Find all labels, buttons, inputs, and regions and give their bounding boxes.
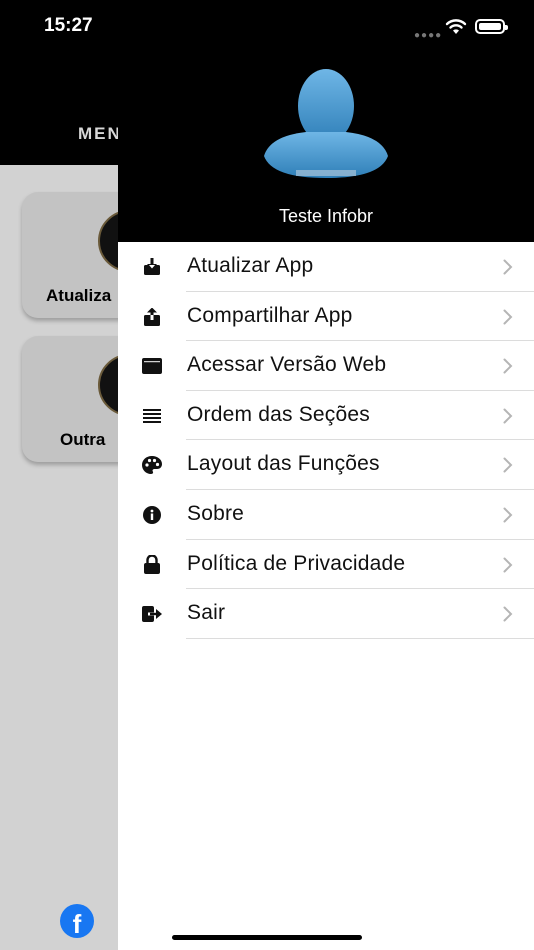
info-icon <box>142 505 162 525</box>
status-bar: 15:27 ●●●● <box>0 0 534 56</box>
menu-item-acessar-versao-web[interactable]: Acessar Versão Web <box>118 341 534 391</box>
menu-item-label: Layout das Funções <box>187 452 380 476</box>
menu-item-label: Compartilhar App <box>187 303 353 327</box>
sign-out-icon <box>142 604 162 624</box>
menu-item-label: Atualizar App <box>187 254 314 277</box>
card-label: Outra <box>60 430 106 449</box>
menu-item-label: Ordem das Seções <box>187 402 370 426</box>
status-time: 15:27 <box>44 15 93 36</box>
avatar[interactable] <box>260 66 392 182</box>
chevron-right-icon <box>503 557 513 573</box>
download-icon <box>142 257 162 277</box>
menu-item-layout-das-funcoes[interactable]: Layout das Funções <box>118 440 534 490</box>
menu-item-politica-de-privacidade[interactable]: Política de Privacidade <box>118 540 534 590</box>
divider <box>186 637 534 639</box>
menu-item-label: Acessar Versão Web <box>187 353 387 377</box>
drawer-menu: Atualizar App Compartilhar App Acessar V… <box>118 242 534 639</box>
list-icon <box>142 406 162 426</box>
card-label: Atualiza <box>46 286 112 305</box>
browser-window-icon <box>142 356 162 376</box>
share-icon <box>142 307 162 327</box>
menu-item-sair[interactable]: Sair <box>118 589 534 639</box>
user-name: Teste Infobr <box>278 206 374 226</box>
chevron-right-icon <box>503 408 513 424</box>
menu-item-label: Política de Privacidade <box>187 551 406 575</box>
wifi-icon <box>445 19 467 34</box>
menu-item-ordem-das-secoes[interactable]: Ordem das Seções <box>118 391 534 441</box>
app-header-title: MEN <box>78 124 122 143</box>
chevron-right-icon <box>503 358 513 374</box>
menu-item-label: Sobre <box>187 501 245 525</box>
battery-icon <box>475 19 508 34</box>
side-drawer: Teste Infobr Atualizar App Compartilhar … <box>118 0 534 950</box>
menu-item-label: Sair <box>187 601 226 625</box>
menu-item-sobre[interactable]: Sobre <box>118 490 534 540</box>
home-indicator[interactable] <box>172 935 362 940</box>
menu-item-atualizar-app[interactable]: Atualizar App <box>118 242 534 292</box>
chevron-right-icon <box>503 507 513 523</box>
lock-icon <box>142 555 162 575</box>
signal-icon: ●●●● <box>414 30 443 41</box>
chevron-right-icon <box>503 457 513 473</box>
chevron-right-icon <box>503 259 513 275</box>
chevron-right-icon <box>503 606 513 622</box>
palette-icon <box>142 455 162 475</box>
menu-item-compartilhar-app[interactable]: Compartilhar App <box>118 292 534 342</box>
facebook-icon[interactable]: f <box>60 904 94 938</box>
chevron-right-icon <box>503 309 513 325</box>
